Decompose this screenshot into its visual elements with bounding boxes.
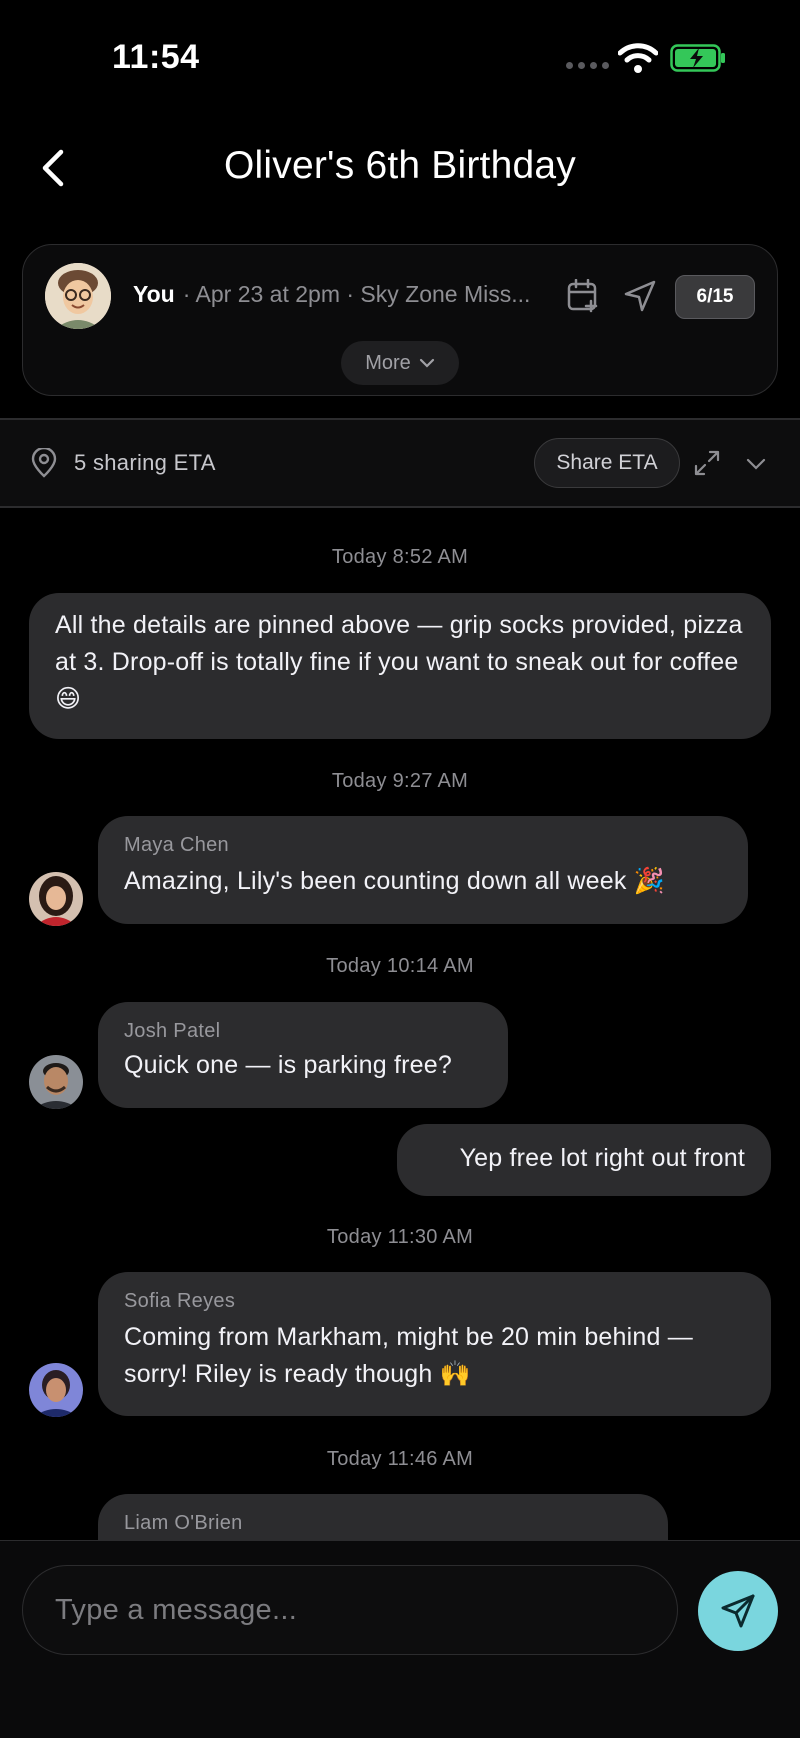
cellular-signal-icon: [566, 62, 609, 69]
chat-header: Oliver's 6th Birthday: [0, 118, 800, 218]
more-button-label: More: [365, 351, 411, 374]
message-bubble[interactable]: Josh Patel Quick one — is parking free?: [98, 1002, 508, 1108]
share-eta-button[interactable]: Share ETA: [534, 438, 680, 488]
avatar[interactable]: [29, 1055, 83, 1109]
eta-bar: 5 sharing ETA Share ETA: [0, 420, 800, 506]
message-timestamp: Today 8:52 AM: [331, 546, 469, 568]
battery-charging-icon: [670, 44, 725, 72]
message-composer: [0, 1540, 800, 1738]
event-summary: You · Apr 23 at 2pm · Sky Zone Miss...: [133, 281, 530, 308]
sender-name: Sofia Reyes: [124, 1290, 236, 1312]
avatar[interactable]: [29, 1363, 83, 1417]
expand-icon[interactable]: [694, 450, 720, 476]
calendar-add-icon[interactable]: [567, 279, 599, 313]
message-text: Yep free lot right out front: [459, 1144, 745, 1172]
chevron-down-icon[interactable]: [744, 452, 768, 476]
send-button[interactable]: [698, 1571, 778, 1651]
message-bubble[interactable]: Sofia Reyes Coming from Markham, might b…: [98, 1272, 771, 1416]
sender-name: Josh Patel: [124, 1020, 221, 1042]
wifi-icon: [618, 43, 658, 73]
send-icon: [721, 1594, 755, 1628]
message-text: All the details are pinned above — grip …: [55, 611, 743, 713]
pinned-event-card[interactable]: You · Apr 23 at 2pm · Sky Zone Miss... 6/…: [22, 244, 778, 396]
event-host: You: [133, 281, 175, 307]
message-list[interactable]: Today 8:52 AM All the details are pinned…: [0, 508, 800, 1540]
attendee-count-badge[interactable]: 6/15: [675, 275, 755, 319]
sender-name: Liam O'Brien: [124, 1512, 243, 1534]
message-text: Amazing, Lily's been counting down all w…: [124, 867, 666, 895]
message-timestamp: Today 9:27 AM: [331, 770, 469, 792]
sender-name: Maya Chen: [124, 834, 229, 856]
message-timestamp: Today 11:30 AM: [326, 1226, 474, 1248]
avatar-you: [45, 263, 111, 329]
navigation-icon[interactable]: [623, 279, 657, 313]
message-text: Quick one — is parking free?: [124, 1051, 452, 1079]
location-pin-icon: [31, 448, 57, 478]
message-bubble[interactable]: Maya Chen Amazing, Lily's been counting …: [98, 816, 748, 924]
avatar[interactable]: [29, 872, 83, 926]
event-details: · Apr 23 at 2pm · Sky Zone Miss...: [182, 281, 531, 307]
message-bubble[interactable]: All the details are pinned above — grip …: [29, 593, 771, 739]
message-timestamp: Today 11:46 AM: [326, 1448, 474, 1470]
page-title: Oliver's 6th Birthday: [224, 144, 576, 187]
message-bubble[interactable]: Liam O'Brien: [98, 1494, 668, 1540]
eta-sharing-count: 5 sharing ETA: [74, 450, 216, 475]
status-bar: 11:54: [0, 0, 800, 118]
own-message-bubble[interactable]: Yep free lot right out front: [397, 1124, 771, 1196]
chevron-down-icon: [419, 358, 434, 368]
status-time: 11:54: [112, 38, 200, 76]
more-button[interactable]: More: [341, 341, 459, 385]
message-timestamp: Today 10:14 AM: [326, 955, 474, 977]
message-input[interactable]: [22, 1565, 678, 1655]
message-text: Coming from Markham, might be 20 min beh…: [124, 1323, 693, 1388]
